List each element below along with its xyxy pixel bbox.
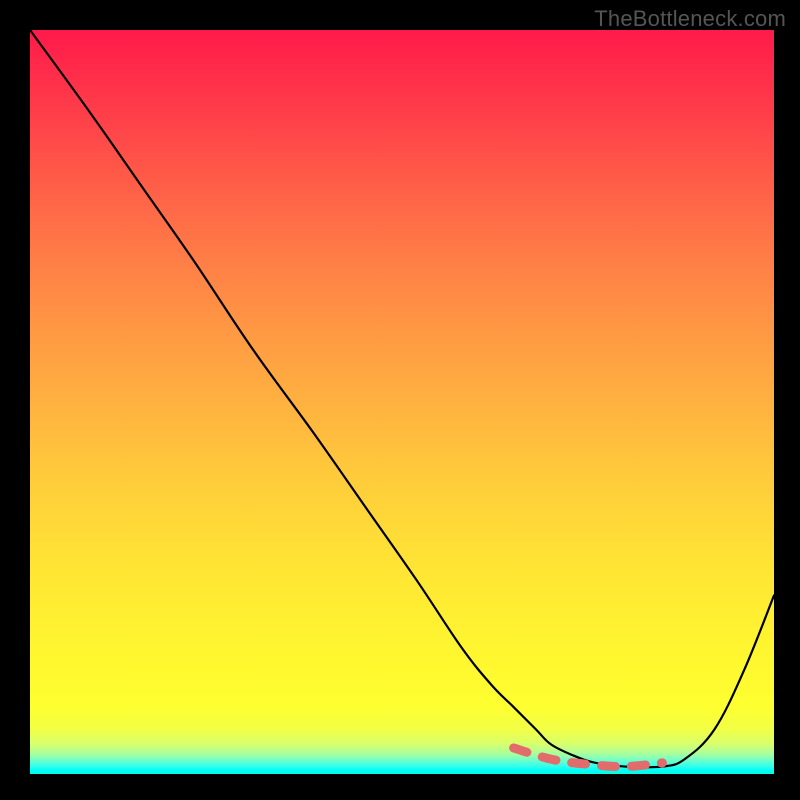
main-curve bbox=[30, 30, 774, 767]
watermark-text: TheBottleneck.com bbox=[594, 6, 786, 32]
plot-area bbox=[30, 30, 774, 774]
curve-svg bbox=[30, 30, 774, 774]
flat-region-marker bbox=[514, 748, 663, 767]
